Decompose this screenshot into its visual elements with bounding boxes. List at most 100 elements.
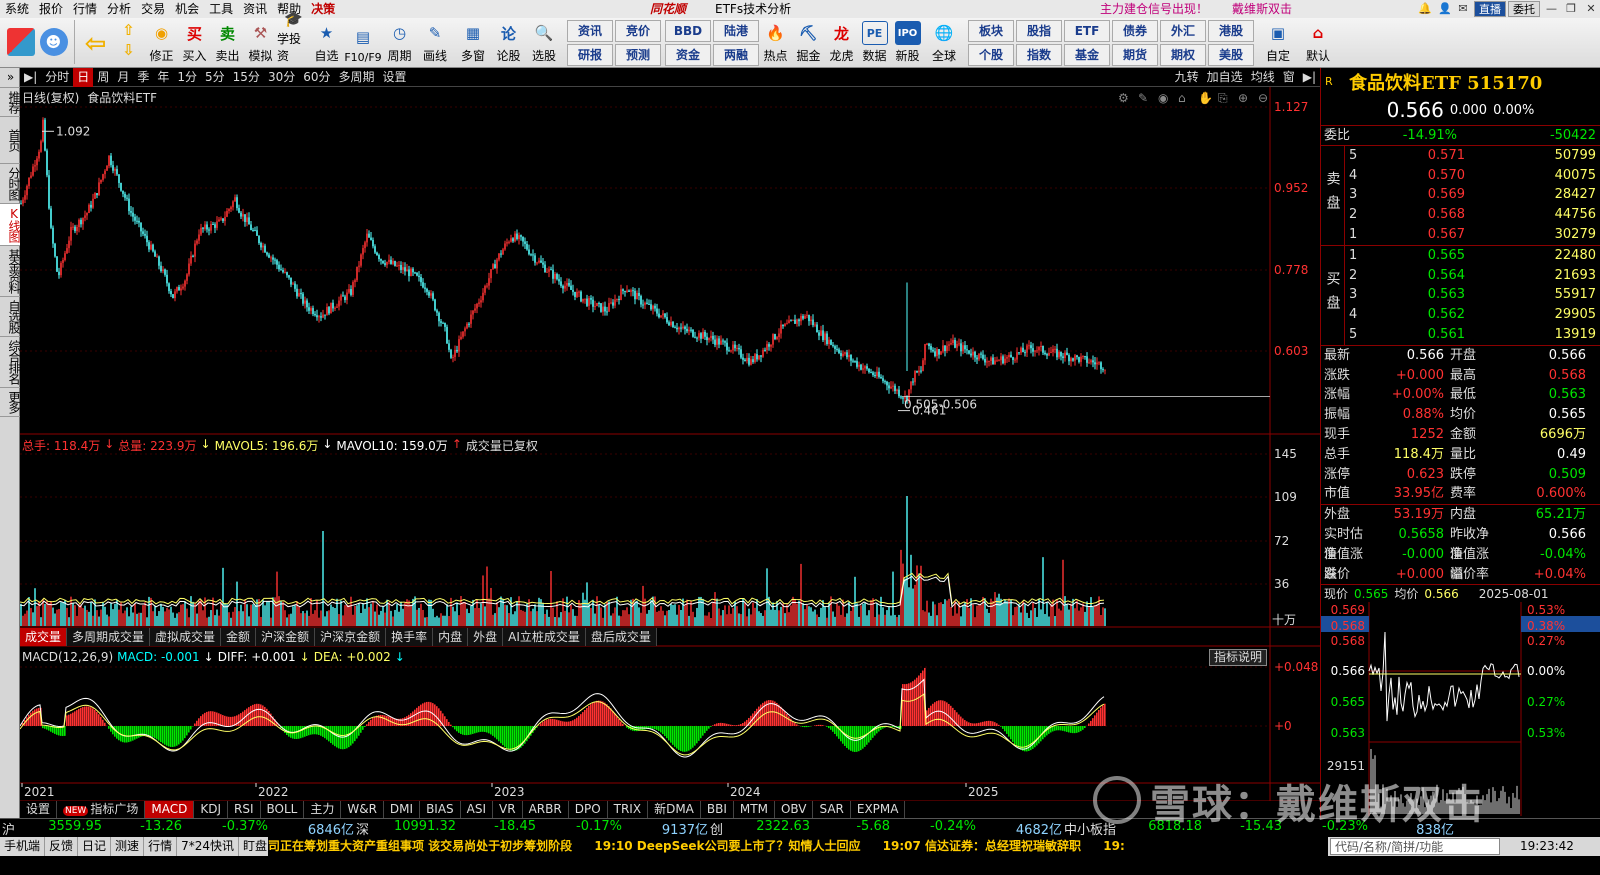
- status-market[interactable]: 行情: [144, 837, 178, 856]
- period-tab-multi[interactable]: 多周期: [335, 68, 379, 87]
- period-tab-year[interactable]: 年: [153, 68, 173, 87]
- vol-tab-outer[interactable]: 外盘: [468, 628, 504, 646]
- robot-button[interactable]: ☻: [37, 18, 70, 66]
- index-item[interactable]: 中小板指 6818.18 -15.43 -0.23% 838亿: [1062, 819, 1454, 838]
- menu-item-trade[interactable]: 交易: [136, 0, 170, 18]
- period-collapse-icon[interactable]: ▶|: [20, 68, 41, 87]
- us-stock-button[interactable]: 美股: [1208, 44, 1254, 66]
- up-arrow-icon[interactable]: ⇧: [116, 21, 142, 39]
- ind-tab-vr[interactable]: VR: [493, 801, 523, 818]
- ind-tab-newdma[interactable]: 新DMA: [648, 801, 701, 818]
- dig-button[interactable]: ⛏ 掘金: [792, 18, 825, 66]
- orderbook-row[interactable]: 4 0.562 29905: [1345, 305, 1600, 325]
- status-diary[interactable]: 日记: [78, 837, 112, 856]
- menu-item-quote[interactable]: 报价: [34, 0, 68, 18]
- orderbook-row[interactable]: 1 0.565 22480: [1345, 246, 1600, 266]
- period-tab-month[interactable]: 月: [113, 68, 133, 87]
- ticker-item[interactable]: 19:: [1103, 839, 1125, 853]
- chart-tool-icon[interactable]: ◉: [1158, 91, 1168, 105]
- ind-tab-main[interactable]: 主力: [304, 801, 342, 818]
- period-tab-5min[interactable]: 5分: [201, 68, 229, 87]
- index-button[interactable]: 指数: [1016, 44, 1062, 66]
- ind-tab-kdj[interactable]: KDJ: [194, 801, 228, 818]
- status-mobile[interactable]: 手机端: [0, 837, 46, 856]
- research-button[interactable]: 研报: [567, 44, 613, 66]
- period-tab-1min[interactable]: 1分: [173, 68, 201, 87]
- vol-tab-ai[interactable]: AI立桩成交量: [503, 628, 586, 646]
- draw-line-button[interactable]: ✎ 画线: [416, 18, 454, 66]
- revise-button[interactable]: ◉ 修正: [145, 18, 178, 66]
- ind-tab-bias[interactable]: BIAS: [420, 801, 461, 818]
- custom-button[interactable]: ▣ 自定: [1258, 18, 1298, 66]
- live-button[interactable]: 直播: [1474, 1, 1506, 17]
- indicator-explain-button[interactable]: 指标说明: [1209, 649, 1268, 666]
- bond-button[interactable]: 债券: [1112, 20, 1158, 42]
- left-tab-watchlist[interactable]: 自选股: [0, 297, 21, 337]
- orderbook-row[interactable]: 1 0.567 30279: [1345, 225, 1600, 245]
- stock-index-button[interactable]: 股指: [1016, 20, 1062, 42]
- f10-button[interactable]: ▤ F10/F9: [343, 18, 383, 66]
- vol-tab-volume[interactable]: 成交量: [20, 628, 68, 646]
- ind-tab-sar[interactable]: SAR: [813, 801, 851, 818]
- news-ticker[interactable]: 司正在筹划重大资产重组事项 该交易尚处于初步筹划阶段 19:10 DeepSee…: [268, 837, 1328, 856]
- close-icon[interactable]: ✕: [1582, 1, 1600, 17]
- left-tab-kline[interactable]: K线图: [0, 204, 21, 246]
- menu-item-system[interactable]: 系统: [0, 0, 34, 18]
- left-tab-fund-info[interactable]: 基金资料: [0, 246, 21, 297]
- ticker-item[interactable]: 19:10 DeepSeek公司要上市了？知情人士回应: [594, 839, 860, 853]
- vol-tab-hs-amount[interactable]: 沪深金额: [256, 628, 316, 646]
- minimize-icon[interactable]: —: [1542, 1, 1560, 17]
- ticker-item[interactable]: 司正在筹划重大资产重组事项 该交易尚处于初步筹划阶段: [268, 839, 572, 853]
- ticker-item[interactable]: 19:07 信达证券：总经理祝瑞敏辞职: [883, 839, 1081, 853]
- chart-tool-icon[interactable]: ⎘: [1218, 91, 1228, 105]
- period-tab-week[interactable]: 周: [93, 68, 113, 87]
- learn-button[interactable]: 🎓 学投资: [277, 10, 310, 66]
- ind-tab-dmi[interactable]: DMI: [384, 801, 421, 818]
- ind-tab-dpo[interactable]: DPO: [569, 801, 608, 818]
- menu-item-market[interactable]: 行情: [68, 0, 102, 18]
- options-button[interactable]: 期权: [1160, 44, 1206, 66]
- index-item[interactable]: 沪 3559.95 -13.26 -0.37% 6846亿: [0, 819, 354, 838]
- etf-button[interactable]: ETF: [1064, 20, 1110, 42]
- orderbook-row[interactable]: 4 0.570 40075: [1345, 166, 1600, 186]
- chart-tool-icon[interactable]: ✎: [1138, 91, 1148, 105]
- period-tab-day[interactable]: 日: [73, 67, 94, 87]
- ind-tab-arbr[interactable]: ARBR: [523, 801, 569, 818]
- status-speedtest[interactable]: 测速: [111, 837, 145, 856]
- orderbook-row[interactable]: 2 0.568 44756: [1345, 205, 1600, 225]
- left-tab-collapse[interactable]: »: [0, 68, 20, 88]
- dragon-tiger-button[interactable]: 龙龙虎: [825, 18, 858, 66]
- menu-item-news[interactable]: 资讯: [238, 0, 272, 18]
- menu-item-analysis[interactable]: 分析: [102, 0, 136, 18]
- signal-alert-link[interactable]: 主力建仓信号出现！: [1100, 0, 1208, 18]
- vol-tab-hsj-amount[interactable]: 沪深京金额: [315, 628, 387, 646]
- period-tab-timeshare[interactable]: 分时: [41, 68, 73, 87]
- ind-tab-settings[interactable]: 设置: [20, 801, 58, 818]
- margin-button[interactable]: 两融: [713, 44, 759, 66]
- mini-timeshare-chart[interactable]: 0.5690.5680.5680.5660.5650.5630.53%0.38%…: [1321, 602, 1600, 816]
- back-button[interactable]: ⇦: [79, 18, 112, 66]
- period-tab-quarter[interactable]: 季: [133, 68, 153, 87]
- ma-button[interactable]: 均线: [1247, 68, 1279, 87]
- orderbook-row[interactable]: 5 0.561 13919: [1345, 325, 1600, 345]
- nine-turn-button[interactable]: 九转: [1171, 68, 1203, 87]
- message-icon[interactable]: ✉: [1454, 1, 1472, 17]
- news-button[interactable]: 资讯: [567, 20, 613, 42]
- forum-button[interactable]: 论论股: [492, 18, 525, 66]
- ind-tab-square[interactable]: NEW 指标广场: [57, 801, 146, 818]
- left-tab-recommend[interactable]: 推荐: [0, 88, 21, 117]
- down-arrow-icon[interactable]: ⇩: [116, 41, 142, 59]
- period-tab-30min[interactable]: 30分: [264, 68, 299, 87]
- vol-tab-after-hours[interactable]: 盘后成交量: [585, 628, 657, 646]
- ind-tab-boll[interactable]: BOLL: [261, 801, 305, 818]
- orderbook-row[interactable]: 3 0.563 55917: [1345, 285, 1600, 305]
- period-tab-15min[interactable]: 15分: [229, 68, 264, 87]
- ind-tab-asi[interactable]: ASI: [461, 801, 494, 818]
- index-item[interactable]: 创 2322.63 -5.68 -0.24% 4682亿: [708, 819, 1062, 838]
- auction-button[interactable]: 竞价: [615, 20, 661, 42]
- menu-item-tools[interactable]: 工具: [204, 0, 238, 18]
- user-icon[interactable]: 👤: [1434, 1, 1452, 17]
- up-down-buttons[interactable]: ⇧ ⇩: [112, 18, 145, 66]
- buy-button[interactable]: 买买入: [178, 18, 211, 66]
- period-tab-settings[interactable]: 设置: [379, 68, 411, 87]
